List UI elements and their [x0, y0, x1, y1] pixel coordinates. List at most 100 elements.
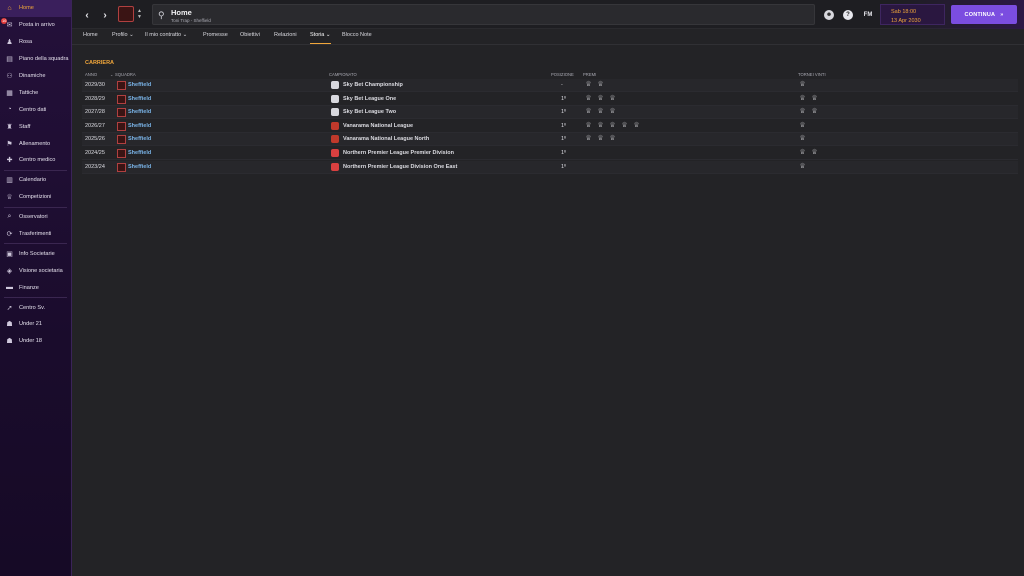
league-link[interactable]: Sky Bet League Two — [343, 109, 396, 115]
position-cell: 1º — [561, 163, 567, 170]
fm-menu-icon[interactable]: FM — [861, 10, 875, 20]
trophy-won-icon[interactable]: ♕ — [810, 148, 819, 157]
page-subtitle: Toni Trap - Sheffield — [171, 18, 211, 23]
sidebar-item-label: Rosa — [19, 39, 33, 46]
back-button[interactable]: ‹ — [80, 8, 94, 22]
staff-icon: ♜ — [6, 123, 13, 131]
col-header-league[interactable]: CAMPIONATO — [329, 72, 357, 77]
award-trophy-icon[interactable]: ♕ — [632, 121, 641, 130]
tab-profilo[interactable]: Profilo ⌄ — [112, 32, 134, 44]
col-header-team[interactable]: SQUADRA — [115, 72, 136, 77]
sidebar-item-home[interactable]: ⌂ Home — [0, 0, 71, 17]
sidebar-item-club-info[interactable]: ▣ Info Societarie — [0, 245, 71, 262]
sidebar-item-label: Dinamiche — [19, 73, 46, 79]
club-crest-icon[interactable] — [118, 6, 134, 22]
award-trophy-icon[interactable]: ♕ — [596, 107, 605, 116]
position-cell: 1º — [561, 95, 567, 102]
sidebar-item-label: Finanze — [19, 284, 39, 291]
continue-button[interactable]: CONTINUA » — [951, 5, 1017, 24]
award-trophy-icon[interactable]: ♕ — [608, 107, 617, 116]
league-link[interactable]: Vanarama National League — [343, 123, 413, 129]
table-row[interactable]: 2029/30 Sheffield Sky Bet Championship - ♕ ♕ ♕ — [82, 79, 1018, 92]
sidebar-item-tactics[interactable]: ▦ Tattiche — [0, 84, 71, 101]
trophy-won-icon[interactable]: ♕ — [810, 107, 819, 116]
date-display[interactable]: Sab 18:00 13 Apr 2030 — [880, 4, 945, 25]
social-icon[interactable]: ☻ — [824, 10, 834, 20]
sidebar-item-scouting[interactable]: ⌕ Osservatori — [0, 209, 71, 226]
league-link[interactable]: Northern Premier League Division One Eas… — [343, 164, 457, 170]
table-row[interactable]: 2025/26 Sheffield Vanarama National League… — [82, 133, 1018, 147]
award-trophy-icon[interactable]: ♕ — [620, 121, 629, 130]
sidebar-item-calendar[interactable]: ▥ Calendario — [0, 172, 71, 189]
award-trophy-icon[interactable]: ♕ — [596, 80, 605, 89]
sidebar-item-u18[interactable]: ☗ Under 18 — [0, 333, 71, 350]
sidebar-item-training[interactable]: ⚑ Allenamento — [0, 135, 71, 152]
sidebar-item-club-vision[interactable]: ◈ Visione societaria — [0, 262, 71, 279]
sidebar-item-staff[interactable]: ♜ Staff — [0, 118, 71, 135]
sidebar-item-finances[interactable]: ▬ Finanze — [0, 279, 71, 296]
award-trophy-icon[interactable]: ♕ — [584, 134, 593, 143]
trophy-won-icon[interactable]: ♕ — [798, 94, 807, 103]
trophy-won-icon[interactable]: ♕ — [798, 148, 807, 157]
tab-obiettivi[interactable]: Obiettivi — [240, 32, 260, 44]
league-link[interactable]: Northern Premier League Premier Division — [343, 150, 454, 156]
award-trophy-icon[interactable]: ♕ — [584, 121, 593, 130]
sidebar-item-trophy[interactable]: ♕ Competizioni — [0, 189, 71, 206]
tab-blocco-note[interactable]: Blocco Note — [342, 32, 372, 44]
team-link[interactable]: Sheffield — [128, 123, 151, 129]
sidebar-item-inbox[interactable]: ✉ Posta in arrivo 16 — [0, 17, 71, 34]
league-link[interactable]: Sky Bet League One — [343, 96, 396, 102]
league-link[interactable]: Vanarama National League North — [343, 136, 429, 142]
search-bar[interactable]: ⚲ Home Toni Trap - Sheffield — [152, 4, 815, 25]
trophy-won-icon[interactable]: ♕ — [798, 107, 807, 116]
team-link[interactable]: Sheffield — [128, 164, 151, 170]
team-link[interactable]: Sheffield — [128, 82, 151, 88]
col-header-position[interactable]: POSIZIONE — [551, 72, 574, 77]
award-trophy-icon[interactable]: ♕ — [584, 94, 593, 103]
sidebar-item-shirt[interactable]: ♟ Rosa — [0, 34, 71, 51]
tab-relazioni[interactable]: Relazioni — [274, 32, 297, 44]
tab-il-mio-contratto[interactable]: Il mio contratto ⌄ — [145, 32, 187, 44]
award-trophy-icon[interactable]: ♕ — [584, 80, 593, 89]
trophy-won-icon[interactable]: ♕ — [798, 80, 807, 89]
sidebar-item-u21[interactable]: ☗ Under 21 — [0, 316, 71, 333]
trophy-won-icon[interactable]: ♕ — [798, 121, 807, 130]
table-row[interactable]: 2027/28 Sheffield Sky Bet League Two 1º ♕ ♕ ♕ ♕… — [82, 106, 1018, 120]
award-trophy-icon[interactable]: ♕ — [608, 94, 617, 103]
trophy-won-icon[interactable]: ♕ — [798, 162, 807, 171]
sidebar-item-medical[interactable]: ✚ Centro medico — [0, 152, 71, 169]
award-trophy-icon[interactable]: ♕ — [596, 121, 605, 130]
sidebar-item-clipboard[interactable]: ▤ Piano della squadra — [0, 51, 71, 68]
col-header-awards[interactable]: PREMI — [583, 72, 596, 77]
trophy-won-icon[interactable]: ♕ — [798, 134, 807, 143]
forward-button[interactable]: › — [98, 8, 112, 22]
team-link[interactable]: Sheffield — [128, 96, 151, 102]
table-row[interactable]: 2024/25 Sheffield Northern Premier League … — [82, 147, 1018, 160]
sidebar-item-label: Competizioni — [19, 194, 52, 201]
year-cell: 2024/25 — [85, 150, 105, 156]
team-link[interactable]: Sheffield — [128, 136, 151, 142]
trophy-won-icon[interactable]: ♕ — [810, 94, 819, 103]
tab-home[interactable]: Home — [83, 32, 98, 44]
help-icon[interactable]: ? — [843, 10, 853, 20]
club-switch-chevron-icon[interactable]: ▲ ▼ — [137, 8, 142, 20]
table-row[interactable]: 2028/29 Sheffield Sky Bet League One 1º ♕ ♕ ♕ ♕… — [82, 93, 1018, 106]
sidebar-item-transfers[interactable]: ⟳ Trasferimenti — [0, 226, 71, 243]
tab-storia[interactable]: Storia ⌄ — [310, 32, 331, 44]
league-link[interactable]: Sky Bet Championship — [343, 82, 403, 88]
col-header-year[interactable]: ANNO — [85, 72, 97, 77]
award-trophy-icon[interactable]: ♕ — [596, 94, 605, 103]
award-trophy-icon[interactable]: ♕ — [608, 134, 617, 143]
team-link[interactable]: Sheffield — [128, 150, 151, 156]
table-row[interactable]: 2026/27 Sheffield Vanarama National League… — [82, 120, 1018, 133]
sidebar-item-dynamics[interactable]: ⚇ Dinamiche — [0, 68, 71, 85]
sidebar-item-data[interactable]: ◔ Centro dati — [0, 101, 71, 118]
col-header-trophies[interactable]: TORNEI VINTI — [798, 72, 826, 77]
team-link[interactable]: Sheffield — [128, 109, 151, 115]
award-trophy-icon[interactable]: ♕ — [596, 134, 605, 143]
table-row[interactable]: 2023/24 Sheffield Northern Premier League … — [82, 160, 1018, 174]
award-trophy-icon[interactable]: ♕ — [608, 121, 617, 130]
sidebar-item-development[interactable]: ➚ Centro Sv. — [0, 299, 71, 316]
award-trophy-icon[interactable]: ♕ — [584, 107, 593, 116]
tab-promesse[interactable]: Promesse — [203, 32, 228, 44]
